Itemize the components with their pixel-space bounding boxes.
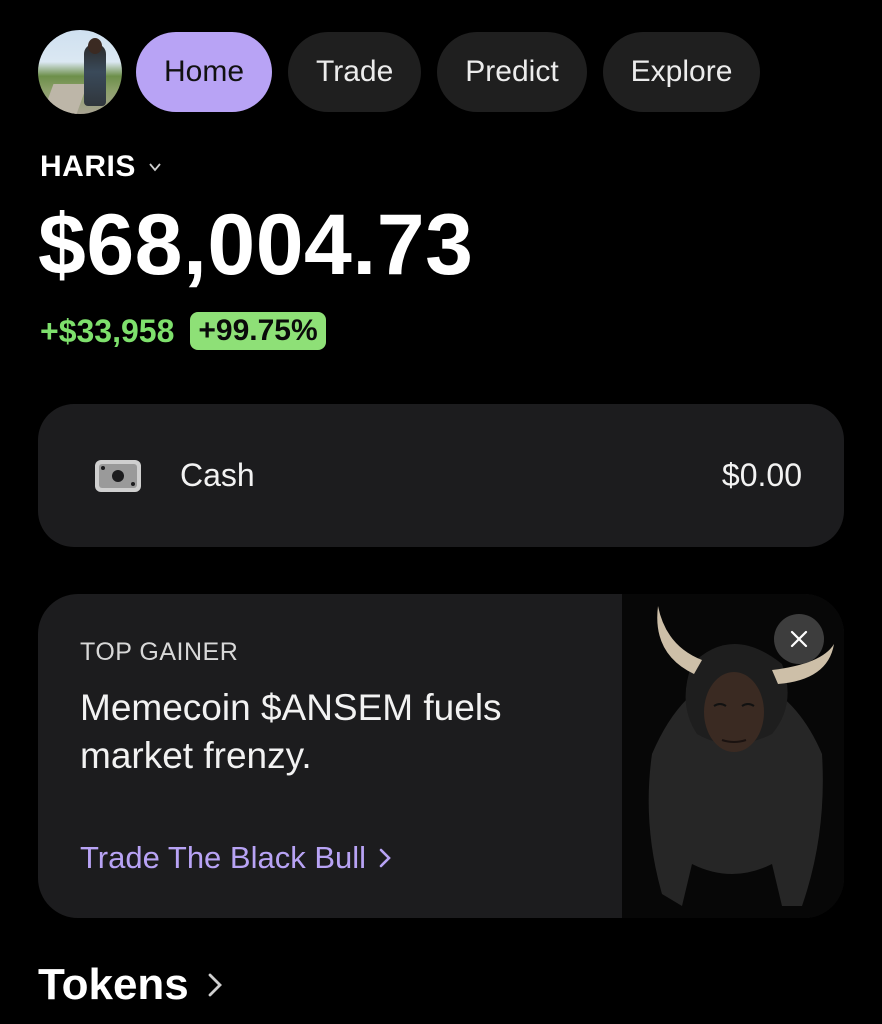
tab-home[interactable]: Home	[136, 32, 273, 112]
tokens-title: Tokens	[38, 960, 189, 1009]
portfolio-balance: $68,004.73	[38, 197, 474, 293]
tokens-section-header[interactable]: Tokens	[38, 960, 223, 1010]
cash-row[interactable]: Cash $0.00	[38, 404, 844, 547]
close-icon	[790, 630, 808, 648]
tab-predict[interactable]: Predict	[437, 32, 587, 112]
close-button[interactable]	[774, 614, 824, 664]
top-nav: Home Trade Predict Explore	[38, 30, 776, 114]
account-switcher[interactable]: HARIS	[40, 150, 162, 184]
avatar-head	[88, 38, 102, 54]
chevron-right-icon	[208, 973, 222, 997]
cash-amount: $0.00	[721, 457, 802, 493]
portfolio-change: +$33,958 +99.75%	[40, 312, 326, 350]
chevron-down-icon	[149, 163, 161, 172]
top-gainer-card[interactable]: TOP GAINER Memecoin $ANSEM fuels market …	[38, 594, 844, 918]
promo-cta-link[interactable]: Trade The Black Bull	[80, 840, 392, 876]
cash-label: Cash	[180, 457, 255, 493]
profile-avatar[interactable]	[38, 30, 122, 114]
change-percent-badge: +99.75%	[190, 312, 326, 350]
tab-trade[interactable]: Trade	[288, 32, 422, 112]
promo-cta-label: Trade The Black Bull	[80, 840, 367, 875]
banknote-icon	[95, 459, 141, 492]
avatar-path	[42, 84, 88, 114]
account-name: HARIS	[40, 150, 136, 183]
chevron-right-icon	[379, 848, 391, 868]
promo-headline: Memecoin $ANSEM fuels market frenzy.	[80, 687, 502, 776]
promo-kicker: TOP GAINER	[80, 638, 239, 666]
tab-explore[interactable]: Explore	[602, 32, 761, 112]
change-amount: +$33,958	[40, 312, 175, 349]
